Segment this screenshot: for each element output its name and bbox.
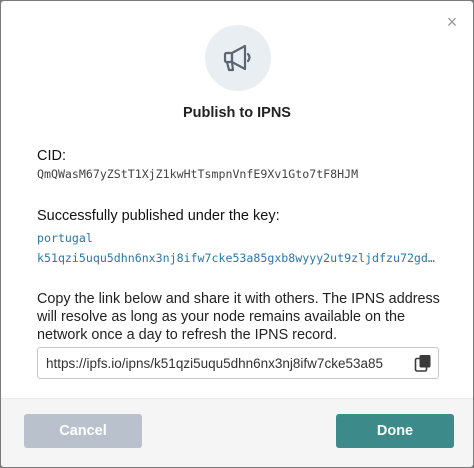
close-icon[interactable]: ×: [445, 13, 459, 31]
cid-value: QmQWasM67yZStT1XjZ1kwHtTsmpnVnfE9Xv1Gto7…: [37, 167, 359, 181]
key-name: portugal: [37, 231, 93, 245]
megaphone-icon-badge: [205, 25, 271, 91]
published-label: Successfully published under the key:: [37, 208, 280, 224]
dialog-footer: Cancel Done: [1, 398, 473, 467]
share-description: Copy the link below and share it with ot…: [37, 291, 440, 343]
cid-label: CID:: [37, 148, 66, 164]
done-button[interactable]: Done: [336, 414, 454, 448]
share-link-field: [37, 347, 439, 379]
dialog-title: Publish to IPNS: [183, 105, 291, 121]
key-value: k51qzi5uqu5dhn6nx3nj8ifw7cke53a85gxb8wyy…: [37, 251, 435, 265]
megaphone-icon: [223, 44, 251, 72]
publish-ipns-dialog: × Publish to IPNS CID: QmQWasM67yZStT1Xj…: [1, 1, 473, 467]
cancel-button[interactable]: Cancel: [24, 414, 142, 448]
share-link-input[interactable]: [38, 348, 410, 378]
copy-icon[interactable]: [414, 354, 432, 372]
